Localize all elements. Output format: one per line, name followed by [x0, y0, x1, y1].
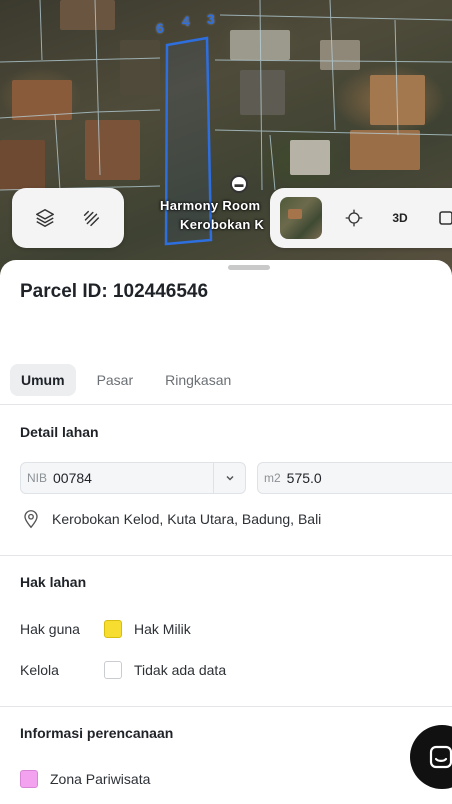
square-icon [439, 211, 452, 225]
management-value: Tidak ada data [134, 662, 227, 678]
right-of-use-row: Hak guna Hak Milik [20, 620, 191, 638]
hotel-icon[interactable]: ▬ [230, 175, 248, 193]
view-3d-button[interactable]: 3D [386, 204, 414, 232]
parcel-detail-sheet: Parcel ID: 102446546 Umum Pasar Ringkasa… [0, 260, 452, 804]
selected-parcel-outline [164, 36, 213, 246]
layers-icon [36, 209, 54, 227]
right-of-use-label: Hak guna [20, 621, 80, 637]
locate-button[interactable] [340, 204, 368, 232]
land-detail-title: Detail lahan [20, 424, 99, 440]
layers-button[interactable] [27, 200, 63, 236]
management-row: Kelola Tidak ada data [20, 661, 226, 679]
poi-label[interactable]: Kerobokan K [180, 217, 264, 232]
no-data-swatch [104, 661, 122, 679]
tab-ringkasan[interactable]: Ringkasan [154, 364, 242, 396]
zone-label: Zona Pariwisata [50, 771, 151, 787]
map-controls-card: 3D [270, 188, 452, 248]
lot-number: 6 [156, 20, 164, 36]
address-row: Kerobokan Kelod, Kuta Utara, Badung, Bal… [22, 509, 321, 529]
crosshair-icon [345, 209, 363, 227]
nib-prefix: NIB [27, 471, 48, 485]
zone-swatch [20, 770, 38, 788]
zone-row: Zona Pariwisata [20, 770, 150, 788]
section-divider [0, 706, 452, 707]
section-divider [0, 555, 452, 556]
tab-pasar[interactable]: Pasar [86, 364, 145, 396]
area-value: 575.0 [286, 470, 322, 486]
area-field[interactable]: m2 575.0 [257, 462, 452, 494]
hak-milik-swatch [104, 620, 122, 638]
location-pin-icon [24, 510, 38, 529]
parcel-address: Kerobokan Kelod, Kuta Utara, Badung, Bal… [52, 511, 322, 527]
parcel-title: Parcel ID: 102446546 [20, 281, 209, 302]
poi-label[interactable]: Harmony Room [160, 198, 260, 213]
map-tools-card [12, 188, 124, 248]
nib-select[interactable]: NIB 00784 [20, 462, 246, 494]
planning-info-title: Informasi perencanaan [20, 725, 174, 741]
area-unit: m2 [264, 471, 281, 485]
lot-number: 3 [207, 11, 215, 27]
management-label: Kelola [20, 662, 59, 678]
nib-value: 00784 [53, 470, 92, 486]
ruler-icon [83, 210, 100, 227]
satellite-map[interactable]: 6 4 3 ▬ Harmony Room Kerobokan K 3D [0, 0, 452, 275]
chat-icon [429, 745, 452, 769]
fullscreen-button[interactable] [432, 204, 452, 232]
detail-tabs: Umum Pasar Ringkasan [10, 364, 242, 396]
satellite-thumbnail[interactable] [280, 197, 322, 239]
tabs-divider [0, 404, 452, 405]
measure-button[interactable] [73, 200, 109, 236]
land-rights-title: Hak lahan [20, 574, 87, 590]
lot-number: 4 [182, 13, 190, 29]
tab-umum[interactable]: Umum [10, 364, 76, 396]
sheet-drag-handle[interactable] [228, 265, 270, 270]
right-of-use-value: Hak Milik [134, 621, 191, 637]
chevron-down-icon[interactable] [213, 463, 245, 493]
